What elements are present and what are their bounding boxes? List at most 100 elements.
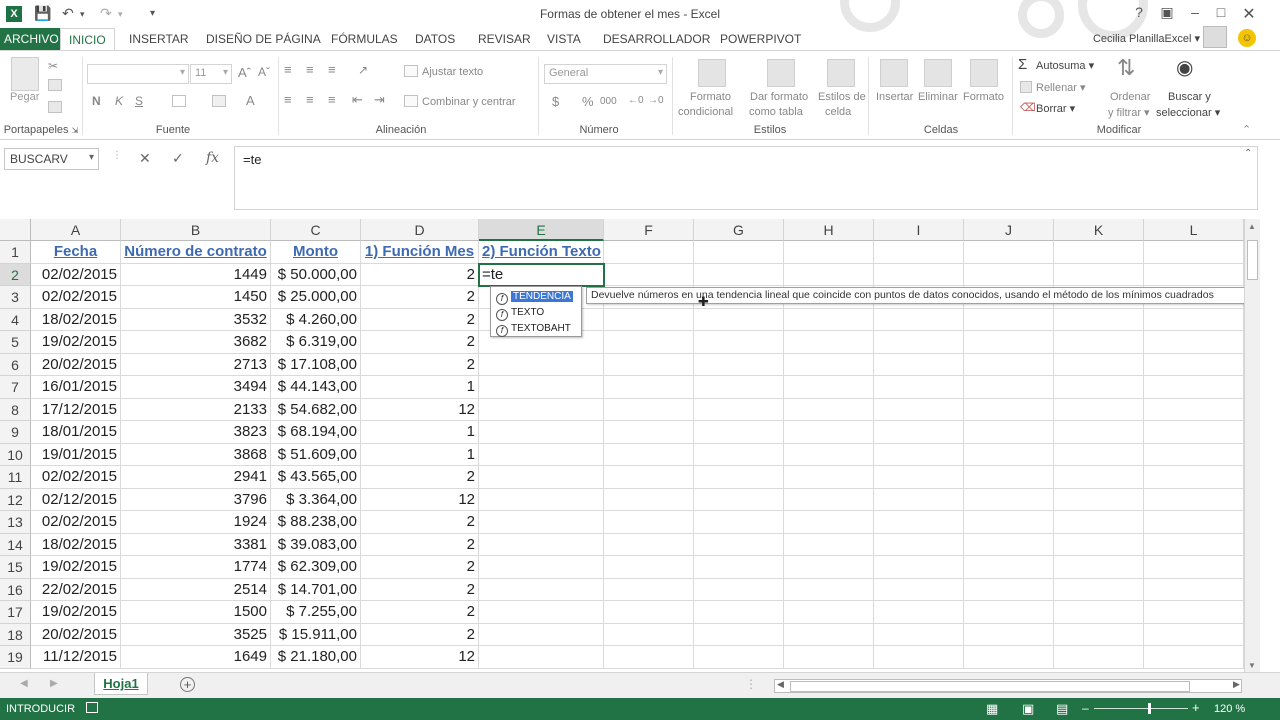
insert-cells-icon[interactable] — [880, 59, 908, 87]
format-table-icon[interactable] — [767, 59, 795, 87]
cell[interactable]: 2713 — [121, 353, 271, 376]
cell[interactable] — [694, 376, 784, 399]
cell[interactable] — [694, 263, 784, 286]
cell[interactable] — [964, 578, 1054, 601]
cell[interactable]: $ 15.911,00 — [271, 623, 361, 646]
cell-styles-icon[interactable] — [827, 59, 855, 87]
cell[interactable] — [1054, 263, 1144, 286]
cell[interactable] — [604, 398, 694, 421]
scroll-up-icon[interactable]: ▲ — [1248, 222, 1256, 231]
paste-icon[interactable] — [11, 57, 39, 91]
align-bottom-icon[interactable]: ≡ — [328, 62, 336, 77]
cell[interactable]: 2 — [361, 556, 479, 579]
cell[interactable] — [874, 556, 964, 579]
cell[interactable]: $ 17.108,00 — [271, 353, 361, 376]
scroll-down-icon[interactable]: ▼ — [1248, 661, 1256, 670]
sort-filter-button[interactable]: y filtrar ▾ — [1108, 106, 1150, 119]
cell[interactable]: 2941 — [121, 466, 271, 489]
column-header-a[interactable]: A — [31, 219, 121, 241]
cell[interactable] — [479, 376, 604, 399]
collapse-ribbon-icon[interactable]: ⌃ — [1242, 123, 1251, 136]
cell[interactable] — [1054, 533, 1144, 556]
cell[interactable] — [604, 443, 694, 466]
cell[interactable]: 3532 — [121, 308, 271, 331]
close-button[interactable]: ✕ — [1238, 4, 1260, 24]
row-header[interactable]: 17 — [0, 601, 31, 624]
cell[interactable]: 02/12/2015 — [31, 488, 121, 511]
cell[interactable]: 3525 — [121, 623, 271, 646]
cell[interactable] — [1144, 556, 1244, 579]
cell[interactable] — [784, 511, 874, 534]
column-header-k[interactable]: K — [1054, 219, 1144, 241]
decrease-decimal-icon[interactable]: →0 — [648, 95, 664, 106]
cell[interactable]: 2 — [361, 533, 479, 556]
cell[interactable]: 1774 — [121, 556, 271, 579]
cell[interactable]: 11/12/2015 — [31, 646, 121, 669]
cut-icon[interactable]: ✂ — [48, 59, 62, 73]
cell[interactable] — [1144, 263, 1244, 286]
cell[interactable]: 02/02/2015 — [31, 511, 121, 534]
insert-cells-button[interactable]: Insertar — [876, 91, 913, 103]
cell[interactable]: $ 7.255,00 — [271, 601, 361, 624]
cell[interactable]: $ 25.000,00 — [271, 286, 361, 309]
cell[interactable]: $ 43.565,00 — [271, 466, 361, 489]
row-header[interactable]: 4 — [0, 308, 31, 331]
thousands-button[interactable]: 000 — [600, 96, 617, 107]
cell[interactable] — [694, 556, 784, 579]
column-title-cell[interactable]: 1) Función Mes — [361, 241, 479, 264]
cell[interactable] — [1144, 466, 1244, 489]
format-table-label-2[interactable]: como tabla — [749, 106, 803, 118]
cell[interactable]: 3868 — [121, 443, 271, 466]
page-layout-view-icon[interactable]: ▣ — [1022, 701, 1034, 717]
autocomplete-item-textobaht[interactable]: f TEXTOBAHT — [493, 321, 579, 337]
conditional-format-label-2[interactable]: condicional — [678, 106, 733, 118]
column-header-d[interactable]: D — [361, 219, 479, 241]
cell[interactable] — [694, 421, 784, 444]
fill-button[interactable]: Rellenar ▾ — [1036, 81, 1086, 94]
cell[interactable] — [1144, 443, 1244, 466]
currency-button[interactable]: $ — [552, 94, 559, 109]
number-format-combo[interactable]: General — [544, 64, 667, 84]
delete-cells-icon[interactable] — [924, 59, 952, 87]
cell[interactable]: 2 — [361, 466, 479, 489]
cell[interactable] — [479, 443, 604, 466]
cell[interactable]: 2514 — [121, 578, 271, 601]
cell[interactable] — [604, 511, 694, 534]
cell[interactable]: 1500 — [121, 601, 271, 624]
cell[interactable] — [604, 331, 694, 354]
cell[interactable] — [604, 646, 694, 669]
cell[interactable] — [874, 533, 964, 556]
cell[interactable] — [479, 578, 604, 601]
zoom-slider-thumb[interactable] — [1148, 703, 1151, 714]
column-header-c[interactable]: C — [271, 219, 361, 241]
cell[interactable] — [604, 466, 694, 489]
cell[interactable] — [1054, 421, 1144, 444]
cell[interactable] — [694, 578, 784, 601]
column-header-g[interactable]: G — [694, 219, 784, 241]
scroll-right-icon[interactable]: ▶ — [1233, 679, 1240, 690]
paste-button[interactable]: Pegar — [10, 91, 39, 103]
conditional-format-icon[interactable] — [698, 59, 726, 87]
zoom-out-icon[interactable]: – — [1082, 701, 1089, 715]
cell[interactable]: 3381 — [121, 533, 271, 556]
cell[interactable]: 12 — [361, 398, 479, 421]
cell[interactable]: $ 51.609,00 — [271, 443, 361, 466]
cell[interactable] — [1054, 578, 1144, 601]
format-painter-icon[interactable] — [48, 101, 62, 113]
cell[interactable] — [874, 308, 964, 331]
cell[interactable] — [964, 353, 1054, 376]
row-header[interactable]: 6 — [0, 353, 31, 376]
delete-cells-button[interactable]: Eliminar — [918, 91, 958, 103]
row-header[interactable]: 13 — [0, 511, 31, 534]
cell[interactable] — [604, 241, 694, 264]
cell[interactable] — [964, 511, 1054, 534]
cell[interactable] — [604, 376, 694, 399]
cell[interactable] — [604, 623, 694, 646]
collapse-formula-bar-icon[interactable]: ⌃ — [1244, 148, 1252, 159]
tab-powerpivot[interactable]: POWERPIVOT — [712, 28, 809, 50]
cell[interactable] — [479, 353, 604, 376]
cell[interactable] — [1054, 331, 1144, 354]
zoom-level[interactable]: 120 % — [1214, 703, 1245, 715]
format-cells-icon[interactable] — [970, 59, 998, 87]
cell[interactable]: 19/02/2015 — [31, 601, 121, 624]
